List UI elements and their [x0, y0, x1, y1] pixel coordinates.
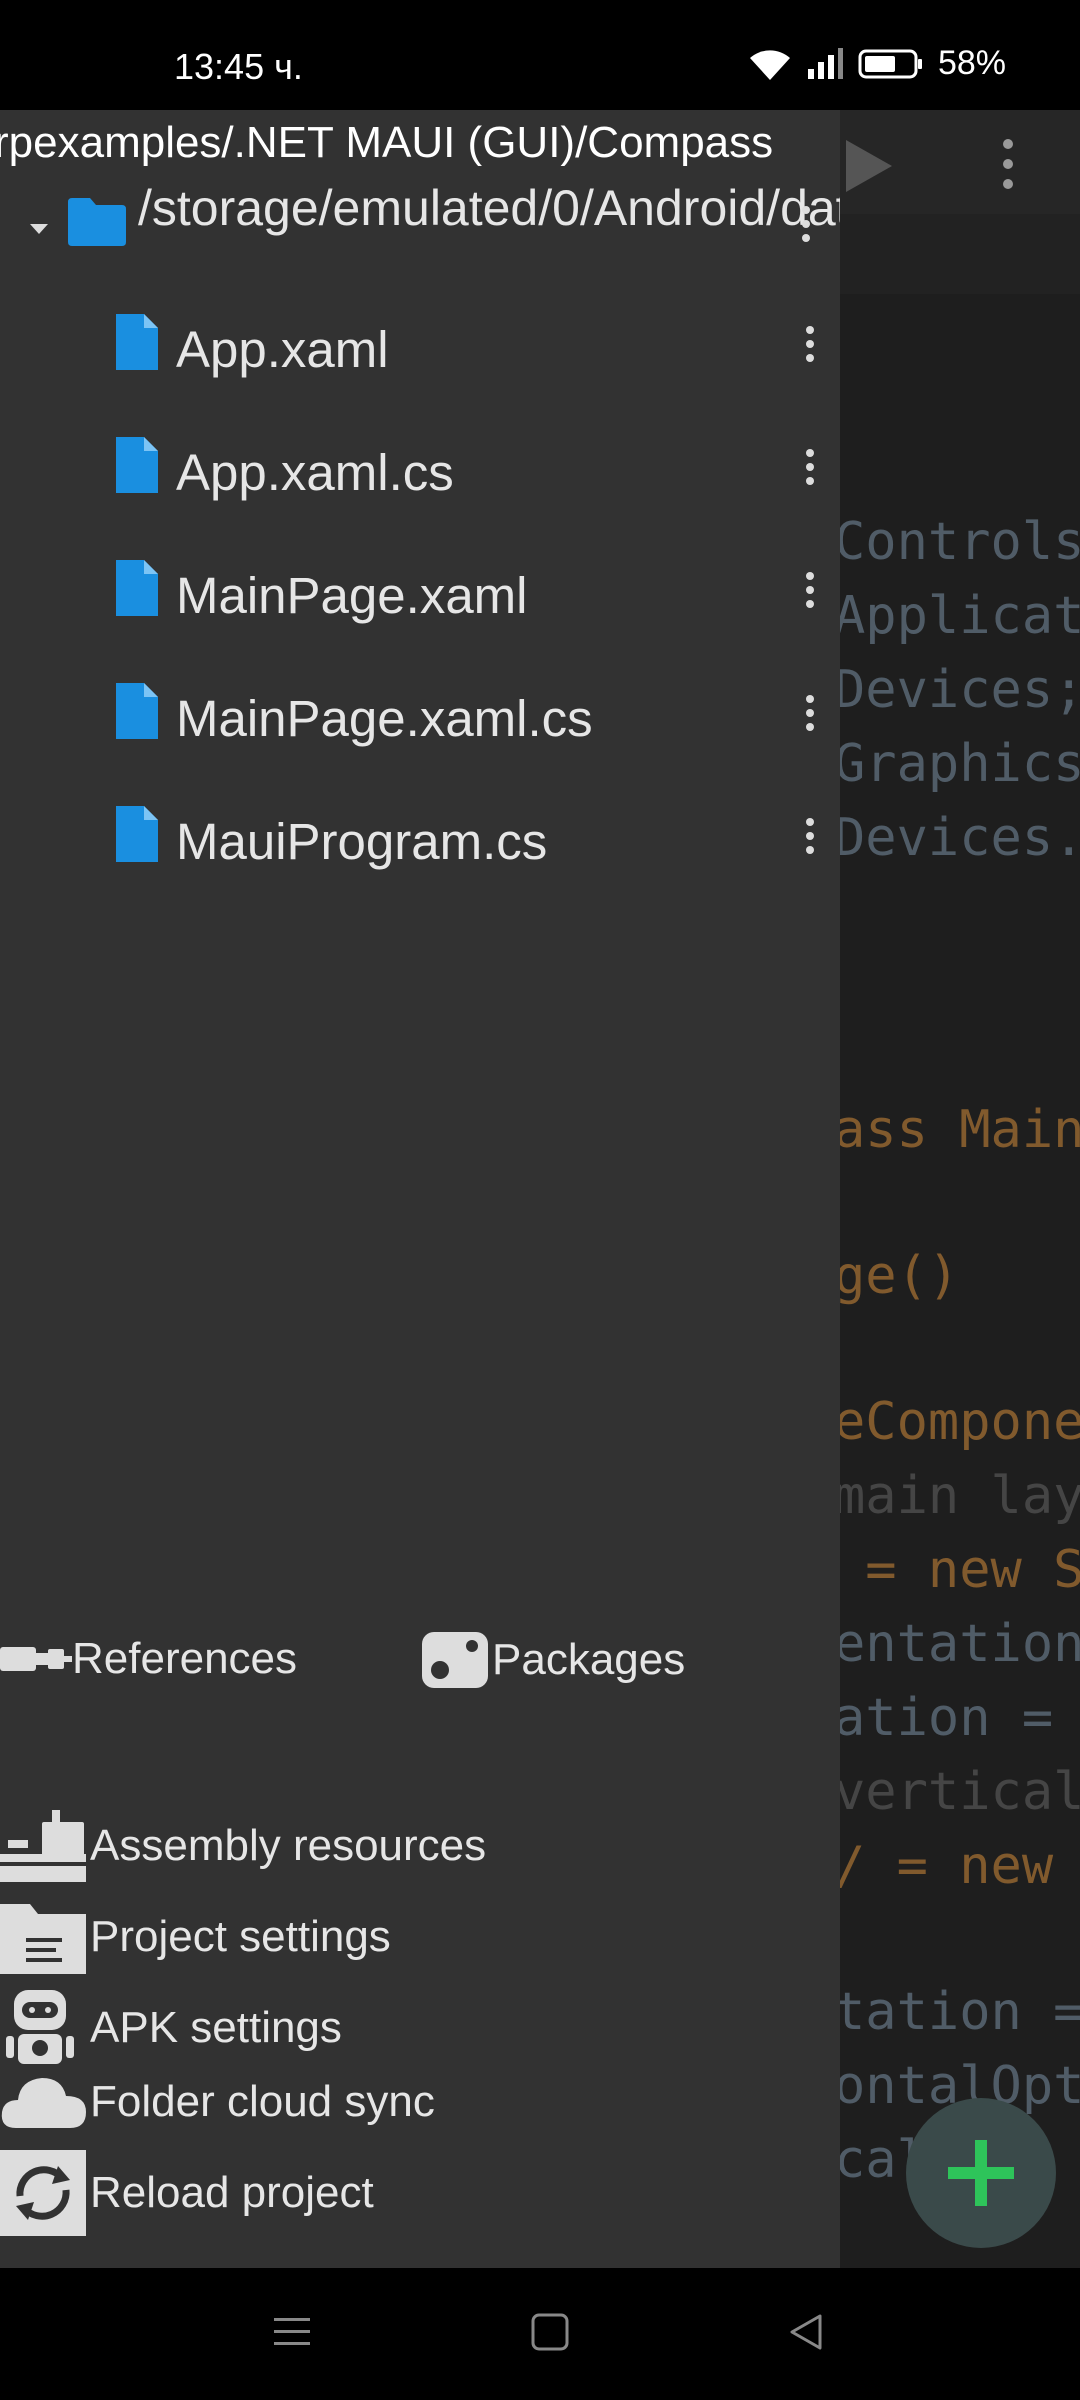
folder-cloud-sync-label: Folder cloud sync	[90, 2077, 435, 2126]
apk-settings-label: APK settings	[90, 2003, 342, 2052]
code-line: Devices;	[834, 660, 1080, 720]
more-options-icon[interactable]	[802, 570, 818, 610]
robot-icon	[0, 1986, 90, 2070]
assembly-resources-label: Assembly resources	[90, 1821, 487, 1870]
code-line: main lay	[834, 1466, 1080, 1526]
cloud-icon	[0, 2072, 90, 2132]
caret-down-icon[interactable]	[28, 222, 50, 236]
more-options-icon[interactable]	[802, 693, 818, 733]
code-line: entation	[834, 1614, 1080, 1674]
file-row[interactable]: MainPage.xaml	[0, 534, 840, 656]
more-options-icon[interactable]	[798, 204, 814, 244]
more-options-icon[interactable]	[802, 324, 818, 364]
root-folder-label: /storage/emulated/0/Android/data/	[138, 180, 840, 236]
code-line: ation =	[834, 1688, 1080, 1748]
home-icon[interactable]	[530, 2312, 570, 2352]
code-line: ass Main	[834, 1100, 1080, 1160]
file-row[interactable]: App.xaml	[0, 288, 840, 410]
plus-icon	[948, 2140, 1014, 2206]
packages-button[interactable]: Packages	[420, 1630, 685, 1690]
code-line: Graphics	[834, 734, 1080, 794]
code-line: = new S	[834, 1540, 1080, 1600]
file-label: MauiProgram.cs	[176, 813, 548, 870]
factory-icon	[0, 1810, 90, 1882]
code-line: Applicat	[834, 586, 1080, 646]
plug-icon	[0, 1639, 72, 1679]
apk-settings-button[interactable]: APK settings	[0, 1986, 342, 2070]
code-line: Controls	[834, 512, 1080, 572]
packages-label: Packages	[492, 1635, 686, 1684]
more-options-icon[interactable]	[802, 816, 818, 856]
battery-percent: 58%	[937, 44, 1006, 82]
project-settings-button[interactable]: Project settings	[0, 1900, 391, 1974]
signal-icon	[807, 47, 843, 79]
file-icon	[116, 314, 158, 370]
reload-project-button[interactable]: Reload project	[0, 2150, 374, 2236]
file-label: App.xaml.cs	[176, 444, 454, 501]
navigation-bar	[0, 2268, 1080, 2400]
project-settings-label: Project settings	[90, 1912, 391, 1961]
project-path: rpexamples/.NET MAUI (GUI)/Compass	[0, 118, 774, 167]
wifi-icon	[749, 49, 790, 80]
more-options-icon[interactable]	[802, 447, 818, 487]
status-icons: 58%	[748, 44, 1006, 83]
folder-settings-icon	[0, 1900, 90, 1974]
status-time: 13:45 ч.	[174, 46, 303, 87]
menu-icon[interactable]	[272, 2312, 312, 2352]
run-icon[interactable]	[840, 136, 900, 196]
folder-icon	[68, 198, 126, 246]
file-label: MainPage.xaml	[176, 567, 528, 624]
code-line: Devices.	[834, 808, 1080, 868]
reload-project-label: Reload project	[90, 2168, 374, 2217]
back-icon[interactable]	[786, 2312, 826, 2352]
file-icon	[116, 683, 158, 739]
folder-cloud-sync-button[interactable]: Folder cloud sync	[0, 2072, 435, 2132]
code-line: ge()	[834, 1246, 960, 1306]
code-line: eCompone	[834, 1392, 1080, 1452]
file-icon	[116, 560, 158, 616]
file-label: App.xaml	[176, 321, 389, 378]
file-row[interactable]: App.xaml.cs	[0, 411, 840, 533]
code-line: tation =	[834, 1982, 1080, 2042]
file-icon	[116, 437, 158, 493]
code-line: / = new	[834, 1836, 1080, 1896]
file-row[interactable]: MainPage.xaml.cs	[0, 657, 840, 779]
more-options-icon[interactable]	[994, 134, 1022, 194]
status-bar: 13:45 ч. 58%	[0, 0, 1080, 110]
file-icon	[116, 806, 158, 862]
file-label: MainPage.xaml.cs	[176, 690, 593, 747]
code-line: vertical	[834, 1762, 1080, 1822]
reload-icon	[0, 2150, 90, 2236]
references-button[interactable]: References	[0, 1634, 297, 1684]
file-row[interactable]: MauiProgram.cs	[0, 780, 840, 902]
assembly-resources-button[interactable]: Assembly resources	[0, 1810, 486, 1882]
references-label: References	[72, 1634, 298, 1683]
package-icon	[420, 1630, 492, 1690]
root-folder-row[interactable]: /storage/emulated/0/Android/data/	[0, 174, 840, 294]
battery-icon	[858, 49, 922, 78]
add-fab-button[interactable]	[906, 2098, 1056, 2248]
project-drawer: rpexamples/.NET MAUI (GUI)/Compass /stor…	[0, 110, 840, 2268]
